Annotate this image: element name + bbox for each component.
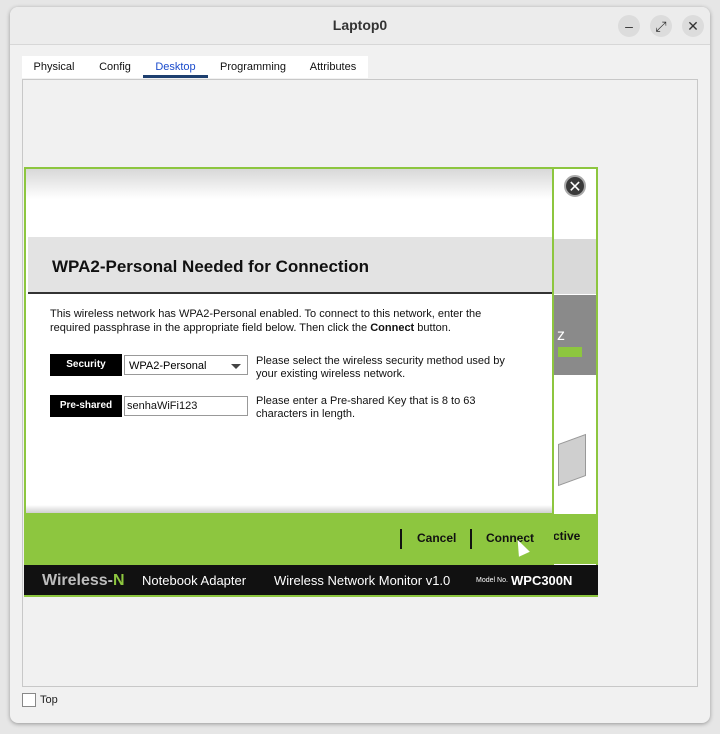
adapter-name: Notebook Adapter [142,573,247,588]
tab-bar: Physical Config Desktop Programming Attr… [22,56,368,78]
monitor-close-icon[interactable]: ✕ [564,175,586,197]
app-name: Wireless Network Monitor v1.0 [274,573,451,588]
dialog-top-gradient [26,169,552,199]
monitor-footer: Wireless-N Notebook Adapter Wireless Net… [24,565,598,595]
monitor-band-text: z [557,327,565,344]
title-bar: Laptop0 – ⤢ ✕ [10,7,710,45]
model-label: Model No. [476,577,508,584]
brand-text-b: N [113,572,125,589]
top-checkbox[interactable] [22,693,36,707]
minimize-button[interactable]: – [618,15,640,37]
security-select[interactable]: WPA2-Personal [124,355,248,375]
security-select-value: WPA2-Personal [129,360,207,372]
maximize-button[interactable]: ⤢ [650,15,672,37]
dialog-header: WPA2-Personal Needed for Connection [28,237,552,294]
security-hint: Please select the wireless security meth… [256,355,505,380]
tab-attributes[interactable]: Attributes [298,56,368,78]
close-button[interactable]: ✕ [682,15,704,37]
psk-input[interactable] [124,396,248,416]
tab-physical[interactable]: Physical [22,56,86,78]
signal-bar [558,347,582,357]
dialog-title: WPA2-Personal Needed for Connection [52,257,370,276]
cancel-button[interactable]: Cancel [417,531,456,545]
tab-desktop[interactable]: Desktop [143,56,208,78]
separator [400,529,402,549]
security-label: Security [50,354,122,376]
connect-button[interactable]: Connect [486,531,534,545]
security-dialog: WPA2-Personal Needed for Connection This… [24,167,554,505]
window-title: Laptop0 [332,17,388,33]
brand-text-a: Wireless- [42,572,113,589]
monitor-status-text: ctive [553,529,581,543]
tab-config[interactable]: Config [88,56,142,78]
description-tail: button. [414,322,451,334]
dialog-description: This wireless network has WPA2-Personal … [50,307,520,335]
top-checkbox-label: Top [40,694,58,706]
dialog-action-bar: Cancel Connect [24,513,554,565]
brand-logo: Wireless-N [42,572,125,590]
chevron-down-icon [231,364,241,369]
psk-hint: Please enter a Pre-shared Key that is 8 … [256,395,476,420]
psk-label: Pre-shared Key [50,395,122,433]
laptop-window: Laptop0 – ⤢ ✕ Physical Config Desktop Pr… [10,7,710,723]
tab-programming[interactable]: Programming [210,56,296,78]
separator [470,529,472,549]
model-number: WPC300N [511,573,573,588]
monitor-header-band [554,239,596,294]
dialog-bottom-edge [24,505,554,513]
description-connect-word: Connect [370,322,415,334]
